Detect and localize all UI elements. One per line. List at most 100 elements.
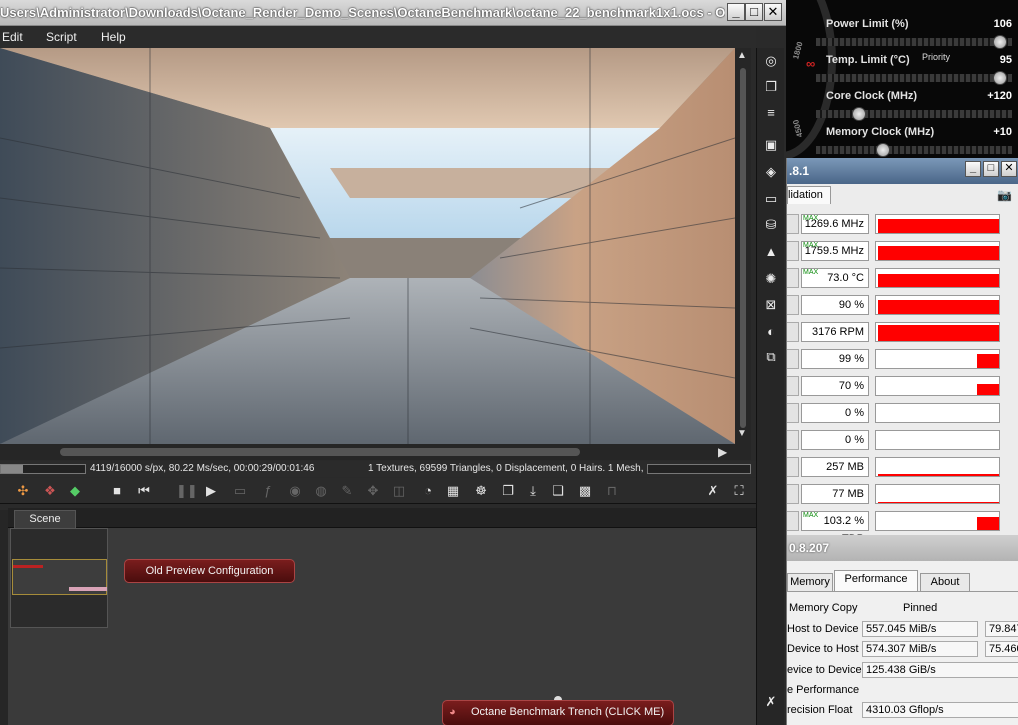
memory-clock-slider[interactable] (816, 143, 1012, 157)
eyedropper-icon[interactable]: ✎ (339, 483, 355, 499)
minimize-button[interactable]: _ (727, 3, 745, 21)
sensor-value: 257 MB (801, 457, 869, 477)
maximize-button[interactable]: □ (745, 3, 763, 21)
fullscreen-icon[interactable]: ⛶ (731, 483, 747, 499)
core-clock-slider[interactable] (816, 107, 1012, 121)
node-graph-editor[interactable]: Old Preview Configuration ◕ Octane Bench… (8, 528, 756, 725)
color-picker-icon[interactable]: ❖ (42, 483, 58, 499)
grid-icon[interactable]: ⊠ (762, 296, 780, 314)
display-icon[interactable]: ▭ (762, 190, 780, 208)
screenshot-camera-icon[interactable]: 📷 (997, 188, 1012, 202)
checker-icon[interactable]: ▦ (445, 483, 461, 499)
pause-render-button[interactable]: ❚❚ (176, 483, 198, 499)
gpuz-close-button[interactable]: ✕ (1001, 161, 1017, 177)
sensor-graph (875, 376, 1000, 396)
clock-lock-icon[interactable]: ◔ (420, 483, 436, 499)
image-icon[interactable]: ▣ (762, 136, 780, 154)
gpuz-maximize-button[interactable]: □ (983, 161, 999, 177)
temp-limit-label: Temp. Limit (°C) (826, 54, 910, 66)
menu-script[interactable]: Script (46, 30, 77, 44)
performance-header: e Performance (787, 684, 860, 696)
menu-edit[interactable]: Edit (2, 30, 23, 44)
sensor-value: 77 MB (801, 484, 869, 504)
settings-wrench-icon[interactable]: ✗ (762, 693, 780, 711)
scroll-down-arrow-icon[interactable]: ▼ (737, 428, 747, 439)
sensor-label-stub (787, 241, 799, 261)
monitor-icon[interactable]: ▭ (232, 483, 248, 499)
tab-about[interactable]: About (920, 573, 970, 591)
sun-icon[interactable]: ✺ (762, 270, 780, 288)
benchmark-titlebar[interactable]: 0.8.207 (787, 535, 1018, 561)
gpuz-titlebar[interactable]: .8.1 _ □ ✕ (787, 158, 1018, 184)
sensor-row: 3176 RPM (787, 318, 1018, 345)
node-octane-benchmark-trench[interactable]: ◕ Octane Benchmark Trench (CLICK ME) (442, 700, 674, 725)
cubes-icon[interactable]: ⧉ (762, 348, 780, 366)
link-icon[interactable]: ∞ (806, 56, 815, 71)
power-limit-label: Power Limit (%) (826, 18, 909, 30)
lock-icon[interactable]: ⊓ (604, 483, 620, 499)
sensor-graph (875, 511, 1000, 531)
tab-scene[interactable]: Scene (14, 510, 76, 528)
render-camera-icon[interactable]: ◈ (762, 163, 780, 181)
save-image-icon[interactable]: ⤓ (525, 483, 541, 499)
restart-render-button[interactable]: ⏮ (136, 483, 152, 499)
cube-icon[interactable]: ◆ (67, 483, 83, 499)
viewport-vscroll-thumb[interactable] (740, 68, 746, 428)
pick-icon[interactable]: ✣ (15, 483, 31, 499)
device-to-host-value: 574.307 MiB/s (862, 641, 978, 657)
node-old-preview-configuration[interactable]: Old Preview Configuration (124, 559, 295, 583)
tab-validation[interactable]: lidation (787, 186, 831, 204)
temp-limit-knob[interactable] (993, 71, 1007, 85)
exposure-dial-icon[interactable]: ☸ (473, 483, 489, 499)
memory-clock-label: Memory Clock (MHz) (826, 126, 935, 138)
camera-icon[interactable]: ◎ (762, 52, 780, 70)
sensor-value-text: 3176 RPM (812, 326, 864, 338)
sensor-value: 70 % (801, 376, 869, 396)
temp-limit-slider[interactable] (816, 71, 1012, 85)
max-indicator: MAX (803, 512, 819, 519)
thumbnail-pink-bar (69, 587, 107, 591)
core-clock-knob[interactable] (852, 107, 866, 121)
scroll-right-arrow-icon[interactable]: ▶ (718, 445, 727, 459)
octane-titlebar[interactable]: Users\Administrator\Downloads\Octane_Ren… (0, 0, 786, 26)
picture-icon[interactable]: ▲ (762, 243, 780, 261)
sensor-row: MAX 73.0 °C (787, 264, 1018, 291)
gpuz-minimize-button[interactable]: _ (965, 161, 981, 177)
wrench-icon[interactable]: ✗ (705, 483, 721, 499)
menu-help[interactable]: Help (101, 30, 126, 44)
database-icon[interactable]: ⛁ (762, 216, 780, 234)
render-viewport[interactable] (0, 48, 735, 444)
sensor-label-stub (787, 403, 799, 423)
start-render-button[interactable]: ▶ (203, 483, 219, 499)
region-icon[interactable]: ◫ (391, 483, 407, 499)
scroll-up-arrow-icon[interactable]: ▲ (737, 50, 747, 61)
sensor-label-stub (787, 295, 799, 315)
material-pick-icon[interactable]: ✥ (365, 483, 381, 499)
memory-clock-knob[interactable] (876, 143, 890, 157)
material-icon[interactable]: ◐ (762, 323, 780, 341)
device-to-device-label: evice to Device (787, 664, 862, 676)
focus-icon[interactable]: ◍ (313, 483, 329, 499)
copy-image-icon[interactable]: ❐ (500, 483, 516, 499)
image-export-icon[interactable]: ▩ (577, 483, 593, 499)
color-wheel-icon[interactable]: ◉ (287, 483, 303, 499)
close-button[interactable]: ✕ (764, 3, 782, 21)
memory-copy-header: Memory Copy (789, 602, 858, 614)
stop-render-button[interactable]: ■ (109, 483, 125, 499)
node-thumbnail-preview[interactable] (10, 528, 108, 628)
tab-memory[interactable]: Memory (787, 573, 833, 591)
sensor-row: 0 % (787, 426, 1018, 453)
power-limit-slider[interactable] (816, 35, 1012, 49)
af-icon[interactable]: ƒ (260, 483, 276, 499)
viewport-vertical-scrollbar[interactable]: ▲ ▼ (735, 48, 751, 444)
temp-limit-value: 95 (999, 54, 1012, 66)
layers-icon[interactable]: ❑ (550, 483, 566, 499)
stack-icon[interactable]: ≡ (762, 104, 780, 122)
sensor-graph-bar (878, 218, 999, 233)
tab-performance[interactable]: Performance (834, 570, 918, 591)
right-side-toolbar: ◎ ❐ ≡ ▣ ◈ ▭ ⛁ ▲ ✺ ⊠ ◐ ⧉ ✗ (756, 48, 784, 725)
viewport-hscroll-thumb[interactable] (60, 448, 580, 456)
viewport-horizontal-scrollbar[interactable]: ▶ (0, 444, 751, 460)
windows-icon[interactable]: ❐ (762, 78, 780, 96)
power-limit-knob[interactable] (993, 35, 1007, 49)
